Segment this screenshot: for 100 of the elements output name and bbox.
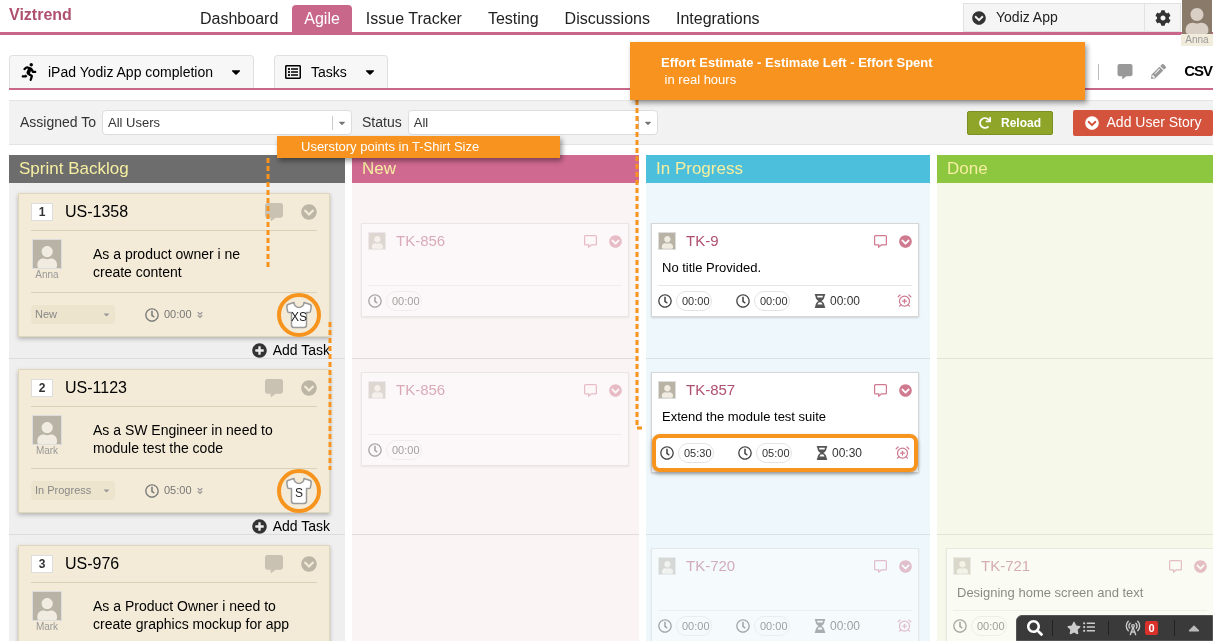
comment-icon[interactable]	[874, 383, 887, 397]
avatar-icon	[32, 415, 62, 445]
add-icon	[251, 343, 267, 358]
dropdown-icon[interactable]	[899, 559, 912, 573]
project-select[interactable]: Yodiz App	[963, 3, 1145, 32]
avatar-icon	[368, 381, 386, 400]
antenna-icon[interactable]	[1125, 620, 1142, 636]
story-card[interactable]: 3 US-976 Mark As a Product Owner i need to create graphics mockup for app	[18, 545, 330, 641]
story-id[interactable]: US-1358	[65, 200, 129, 224]
effort-estimate-field[interactable]: 05:30	[678, 442, 714, 463]
notification-badge: 0	[1145, 621, 1158, 635]
story-title: As a Product Owner i need to create graphics mockup for app	[93, 597, 290, 634]
story-estimate[interactable]: 00:00	[164, 306, 192, 323]
list-icon[interactable]	[1082, 621, 1095, 633]
dropdown-icon[interactable]	[301, 380, 317, 396]
callout-title: Userstory points in T-Shirt Size	[301, 139, 481, 155]
avatar-icon	[32, 239, 62, 269]
comment-icon[interactable]	[874, 234, 887, 248]
filter-label: Status	[362, 113, 402, 132]
hourglass-icon	[814, 618, 826, 633]
view-select[interactable]: Tasks	[274, 55, 388, 88]
nav-tab[interactable]: Discussions	[552, 5, 662, 32]
comment-icon[interactable]	[263, 203, 285, 221]
filter-select[interactable]: All Users	[102, 110, 352, 135]
story-id[interactable]: US-1123	[65, 376, 127, 400]
clock-icon	[953, 618, 967, 633]
estimate-left-field[interactable]: 05:00	[756, 442, 792, 463]
effort-spent: 00:00	[830, 617, 861, 635]
callout-text: in real hours	[663, 71, 738, 89]
column-title: New	[362, 158, 396, 181]
clock-icon	[145, 307, 159, 322]
dropdown-icon[interactable]	[1194, 559, 1207, 573]
owner-name: Mark	[35, 445, 59, 457]
clock-icon	[736, 618, 750, 633]
avatar-icon	[368, 232, 386, 251]
task-card[interactable]: TK-9 No title Provided. 00:00 00:00 00:00	[651, 223, 919, 317]
double-chevron-icon[interactable]	[195, 486, 204, 495]
dropdown-icon[interactable]	[609, 383, 622, 397]
story-title: As a SW Engineer in need to module test the code	[93, 421, 273, 458]
column-title: Sprint Backlog	[19, 158, 129, 181]
dropdown-icon[interactable]	[899, 383, 912, 397]
story-title: As a product owner i ne create content	[93, 245, 241, 282]
settings-button[interactable]	[1145, 3, 1181, 32]
star-icon[interactable]	[1066, 621, 1081, 635]
size-badge[interactable]: S	[277, 468, 321, 513]
avatar-icon	[658, 381, 676, 400]
task-id[interactable]: TK-857	[686, 379, 736, 402]
runner-icon	[20, 63, 38, 81]
dropdown-icon[interactable]	[301, 204, 317, 220]
comment-icon[interactable]	[263, 555, 285, 573]
add-task-link[interactable]: Add Task	[272, 340, 330, 361]
nav-tab[interactable]: Dashboard	[188, 5, 291, 32]
dropdown-icon	[1084, 115, 1099, 130]
view-select[interactable]: iPad Yodiz App completion	[9, 55, 254, 88]
comment-icon[interactable]	[584, 234, 597, 248]
nav-tab[interactable]: Issue Tracker	[353, 5, 474, 32]
story-id[interactable]: US-976	[65, 552, 120, 576]
avatar-icon	[658, 232, 676, 251]
edit-icon[interactable]	[1151, 64, 1167, 79]
caret-icon	[102, 486, 111, 495]
filter-select[interactable]: All	[407, 110, 658, 135]
add-task-link[interactable]: Add Task	[272, 516, 330, 537]
story-card[interactable]: 2 US-1123 Mark As a SW Engineer in need to module test the code In Progress 05:00 S	[18, 369, 330, 513]
nav-tab[interactable]: Agile	[292, 5, 352, 32]
app-logo[interactable]: Viztrend	[0, 0, 188, 27]
hourglass-icon	[816, 445, 828, 460]
comment-icon[interactable]	[1117, 64, 1134, 79]
shirt-size: S	[295, 484, 303, 502]
clock-plus-icon[interactable]	[897, 293, 912, 309]
story-estimate[interactable]: 05:00	[164, 482, 192, 499]
clock-icon	[368, 442, 382, 457]
rank-number: 2	[31, 379, 53, 397]
clock-icon	[658, 618, 672, 633]
double-chevron-icon[interactable]	[195, 310, 204, 319]
nav-tab[interactable]: Testing	[475, 5, 551, 32]
task-card[interactable]: TK-857 Extend the module test suite 05:30 05:00 00:30	[651, 372, 919, 473]
size-badge[interactable]: XS	[277, 292, 321, 337]
notepad-icon	[285, 64, 301, 80]
clock-icon	[738, 445, 752, 460]
owner-name: Anna	[35, 269, 59, 281]
clock-plus-icon[interactable]	[897, 618, 912, 634]
avatar-icon	[658, 557, 676, 576]
comment-icon[interactable]	[874, 559, 887, 573]
clock-plus-icon[interactable]	[895, 445, 910, 461]
dropdown-icon[interactable]	[301, 556, 317, 572]
task-id[interactable]: TK-9	[686, 230, 719, 253]
comment-icon[interactable]	[584, 383, 597, 397]
comment-icon[interactable]	[263, 379, 285, 397]
comment-icon[interactable]	[1169, 559, 1182, 573]
csv-export[interactable]: CSV	[1184, 60, 1213, 83]
add-icon	[251, 519, 267, 534]
add-user-story-button[interactable]: Add User Story	[1073, 109, 1213, 136]
search-icon[interactable]	[1026, 620, 1043, 636]
estimate-left-field[interactable]: 00:00	[754, 290, 790, 311]
effort-estimate-field[interactable]: 00:00	[676, 290, 712, 311]
nav-tab[interactable]: Integrations	[663, 5, 772, 32]
dropdown-icon[interactable]	[609, 234, 622, 248]
story-card[interactable]: 1 US-1358 Anna As a product owner i ne create content New 00:00 XS	[18, 193, 330, 337]
dropdown-icon[interactable]	[899, 234, 912, 248]
task-title: Designing home screen and text	[956, 583, 1145, 601]
